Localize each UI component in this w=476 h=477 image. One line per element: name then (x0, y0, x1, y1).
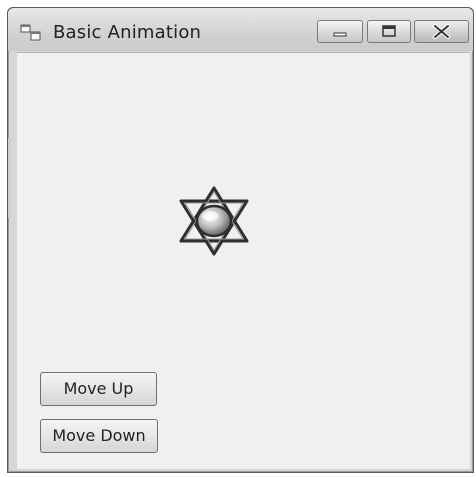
minimize-icon (333, 32, 347, 37)
move-up-button[interactable]: Move Up (40, 372, 157, 406)
maximize-icon (382, 25, 396, 37)
maximize-button[interactable] (367, 20, 411, 43)
move-down-button[interactable]: Move Down (40, 419, 158, 453)
close-button[interactable] (414, 20, 469, 43)
title-bar[interactable]: Basic Animation (8, 8, 473, 51)
close-icon (433, 24, 450, 39)
minimize-button[interactable] (317, 20, 363, 43)
window-title: Basic Animation (53, 22, 202, 43)
client-area: Move Up Move Down (17, 52, 470, 469)
window-left-edge (8, 138, 11, 218)
star-orb-sprite (179, 186, 249, 256)
app-window-icon[interactable] (20, 24, 42, 42)
app-window: Basic Animation Move Up Move Down (7, 7, 474, 473)
